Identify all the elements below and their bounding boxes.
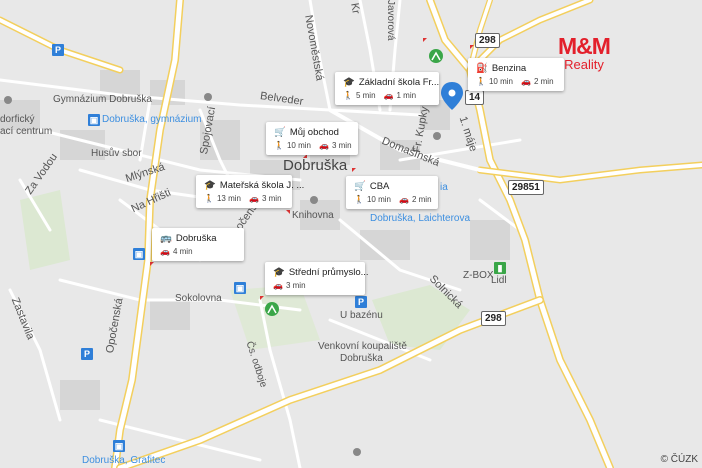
- parking-icon[interactable]: P: [52, 44, 64, 56]
- car-icon: 🚗: [398, 195, 409, 204]
- car-icon: 🚗: [273, 281, 283, 290]
- poi-label: Z-BOX: [463, 270, 494, 281]
- street-label: Husův sbor: [91, 148, 142, 159]
- poi-card-cba[interactable]: 🛒 CBA 🚶 10 min 🚗 2 min: [346, 176, 438, 209]
- poi-label: Gymnázium Dobruška: [53, 94, 152, 105]
- street-label: Sokolovna: [175, 293, 222, 304]
- bus-stop-label: ia: [440, 182, 448, 193]
- bus-stop-label: Dobruška, gymnázium: [102, 114, 202, 125]
- poi-label: Knihovna: [292, 210, 334, 221]
- school-icon: 🎓: [273, 267, 285, 278]
- drive-time: 3 min: [261, 194, 282, 203]
- poi-card-title: Základní škola Fr...: [358, 77, 440, 88]
- walk-icon: 🚶: [354, 195, 364, 204]
- walk-icon: 🚶: [204, 194, 214, 203]
- car-icon: 🚗: [318, 141, 329, 150]
- poi-card-title: Benzina: [491, 63, 527, 74]
- poi-label: Dobruška: [340, 353, 383, 364]
- poi-label: U bazénu: [340, 310, 383, 321]
- poi-card-zakladni-skola[interactable]: 🎓 Základní škola Fr... 🚶 5 min 🚗 1 min: [335, 72, 439, 105]
- road-number-shield: 29851: [508, 180, 544, 195]
- school-icon: 🎓: [343, 77, 355, 88]
- walk-time: 5 min: [355, 91, 376, 100]
- bus-icon: 🚌: [160, 233, 172, 244]
- poi-label: Lidl: [491, 275, 507, 286]
- poi-card-dobruska-bus[interactable]: 🚌 Dobruška 🚗 4 min: [152, 228, 244, 261]
- drive-time: 3 min: [331, 141, 352, 150]
- walk-time: 10 min: [488, 77, 513, 86]
- car-icon: 🚗: [160, 247, 170, 256]
- walk-icon: 🚶: [476, 77, 486, 86]
- poi-card-title: CBA: [369, 181, 390, 192]
- town-label: Dobruška: [283, 157, 348, 174]
- poi-card-title: Můj obchod: [289, 127, 339, 138]
- street-label: Kr: [348, 2, 362, 15]
- brand-logo: M&M Reality: [558, 33, 611, 72]
- bus-stop-icon[interactable]: ▣: [88, 114, 100, 126]
- parking-icon[interactable]: P: [355, 296, 367, 308]
- poi-card-muj-obchod[interactable]: 🛒 Můj obchod 🚶 10 min 🚗 3 min: [266, 122, 358, 155]
- poi-label: ací centrum: [0, 126, 53, 137]
- walk-icon: 🚶: [274, 141, 284, 150]
- poi-card-materska-skola[interactable]: 🎓 Mateřská škola J. ... 🚶 13 min 🚗 3 min: [196, 175, 304, 208]
- map-copyright: © ČÚZK: [660, 454, 698, 465]
- drive-time: 4 min: [172, 247, 193, 256]
- parking-icon[interactable]: P: [81, 348, 93, 360]
- brand-name: M&M: [558, 33, 611, 59]
- fuel-icon[interactable]: ▮: [494, 262, 506, 274]
- cart-icon: 🛒: [274, 127, 286, 138]
- drive-time: 2 min: [411, 195, 432, 204]
- car-icon: 🚗: [520, 77, 531, 86]
- poi-card-benzina[interactable]: ⛽ Benzina 🚶 10 min 🚗 2 min: [468, 58, 564, 91]
- bus-stop-icon[interactable]: ▣: [113, 440, 125, 452]
- road-number-shield: 14: [465, 90, 485, 105]
- car-icon: 🚗: [248, 194, 259, 203]
- brand-sub: Reality: [564, 57, 604, 72]
- poi-card-stredni-skola[interactable]: 🎓 Střední průmyslo... 🚗 3 min: [265, 262, 369, 295]
- poi-card-title: Střední průmyslo...: [288, 267, 369, 278]
- drive-time: 2 min: [533, 77, 554, 86]
- poi-card-title: Dobruška: [175, 233, 217, 244]
- walk-time: 10 min: [366, 195, 391, 204]
- drive-time: 3 min: [285, 281, 306, 290]
- cart-icon: 🛒: [354, 181, 366, 192]
- school-icon: 🎓: [204, 180, 216, 191]
- poi-label: dorfický: [0, 114, 35, 125]
- drive-time: 1 min: [396, 91, 417, 100]
- poi-card-title: Mateřská škola J. ...: [219, 180, 305, 191]
- bus-stop-icon[interactable]: ▣: [234, 282, 246, 294]
- bus-stop-icon[interactable]: ▣: [133, 248, 145, 260]
- bus-stop-label: Dobruška, Laichterova: [370, 213, 471, 224]
- poi-label: Venkovní koupaliště: [318, 341, 407, 352]
- walk-icon: 🚶: [343, 91, 353, 100]
- car-icon: 🚗: [383, 91, 394, 100]
- road-number-shield: 298: [481, 311, 506, 326]
- walk-time: 10 min: [286, 141, 311, 150]
- bus-stop-label: Dobruška, Grafitec: [82, 455, 166, 466]
- walk-time: 13 min: [216, 194, 241, 203]
- fuel-station-icon: ⛽: [476, 63, 488, 74]
- street-label: Javorová: [385, 0, 396, 41]
- road-number-shield: 298: [475, 33, 500, 48]
